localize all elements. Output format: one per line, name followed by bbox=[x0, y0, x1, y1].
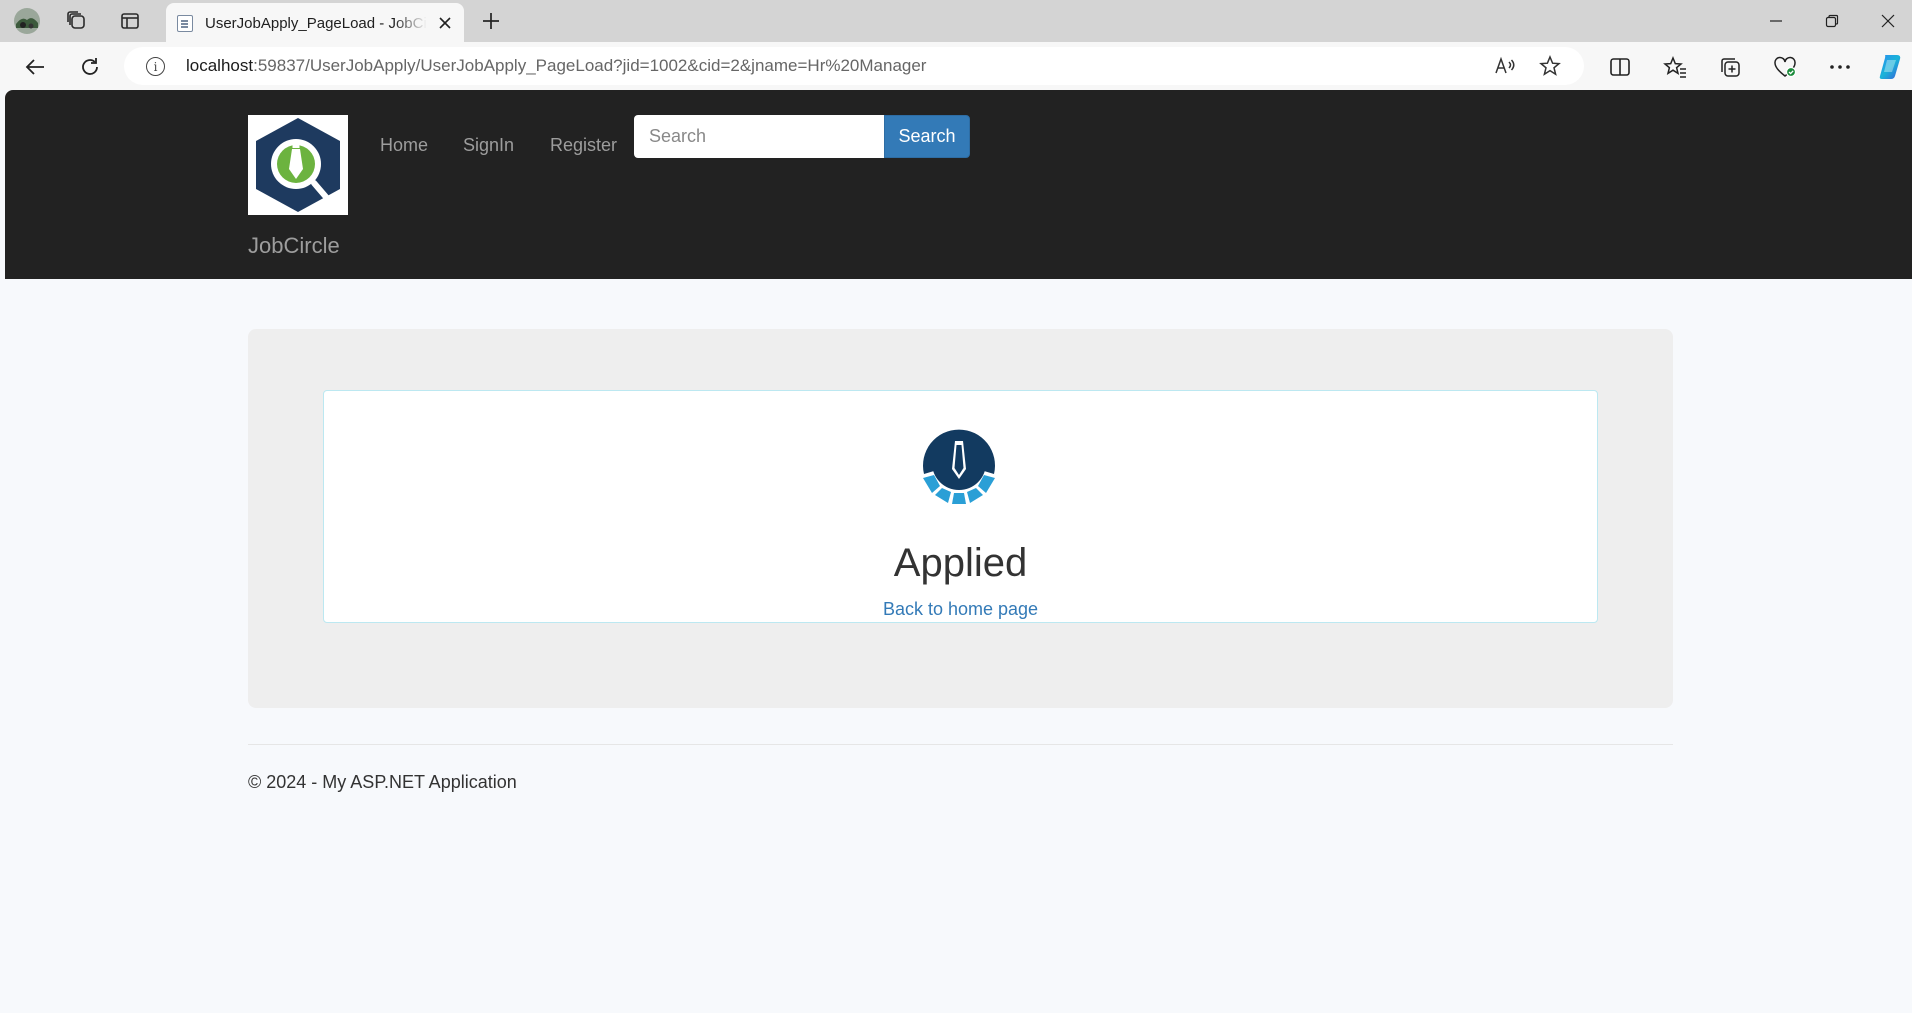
tab-title: UserJobApply_PageLoad - JobCircle bbox=[205, 15, 427, 32]
search-button[interactable]: Search bbox=[884, 115, 970, 158]
minimize-icon[interactable] bbox=[1748, 0, 1804, 42]
url-path: :59837/UserJobApply/UserJobApply_PageLoa… bbox=[253, 56, 927, 75]
close-icon[interactable] bbox=[1860, 0, 1912, 42]
copilot-icon[interactable] bbox=[1873, 49, 1909, 85]
site-navbar: JobCircle Home SignIn Register Search bbox=[5, 90, 1912, 279]
footer-copyright: © 2024 - My ASP.NET Application bbox=[248, 772, 517, 792]
url-host: localhost bbox=[186, 56, 254, 75]
job-logo-icon bbox=[914, 421, 1004, 511]
nav-link-signin[interactable]: SignIn bbox=[463, 135, 514, 156]
jobcircle-logo[interactable] bbox=[248, 115, 348, 215]
applied-panel: Applied Back to home page bbox=[323, 390, 1598, 623]
back-to-home-link[interactable]: Back to home page bbox=[324, 599, 1597, 620]
jumbotron: Applied Back to home page bbox=[248, 329, 1673, 708]
browser-tab-bar: UserJobApply_PageLoad - JobCircle bbox=[0, 0, 1912, 42]
split-screen-icon[interactable] bbox=[1602, 49, 1638, 85]
back-icon[interactable] bbox=[18, 50, 52, 84]
nav-link-register[interactable]: Register bbox=[550, 135, 617, 156]
applied-heading: Applied bbox=[893, 541, 1028, 585]
search-input[interactable] bbox=[634, 115, 884, 158]
browser-essentials-icon[interactable] bbox=[1767, 49, 1803, 85]
url-bar[interactable]: i localhost:59837/UserJobApply/UserJobAp… bbox=[124, 47, 1584, 85]
workspaces-icon[interactable] bbox=[62, 6, 92, 36]
nav-link-home[interactable]: Home bbox=[380, 135, 428, 156]
restore-icon[interactable] bbox=[1804, 0, 1860, 42]
favorites-icon[interactable] bbox=[1657, 49, 1693, 85]
favorite-star-icon[interactable] bbox=[1535, 51, 1565, 81]
plus-icon[interactable] bbox=[476, 6, 506, 36]
vertical-tabs-icon[interactable] bbox=[115, 6, 145, 36]
page-icon bbox=[177, 15, 193, 32]
read-aloud-icon[interactable] bbox=[1490, 51, 1520, 81]
url-text[interactable]: localhost:59837/UserJobApply/UserJobAppl… bbox=[186, 56, 926, 76]
page-content: JobCircle Home SignIn Register Search Se… bbox=[5, 90, 1912, 1013]
more-icon[interactable] bbox=[1822, 49, 1858, 85]
info-icon[interactable]: i bbox=[146, 57, 165, 76]
collections-icon[interactable] bbox=[1712, 49, 1748, 85]
close-icon[interactable] bbox=[434, 12, 456, 34]
refresh-icon[interactable] bbox=[73, 50, 107, 84]
address-toolbar: i localhost:59837/UserJobApply/UserJobAp… bbox=[0, 42, 1912, 90]
footer-divider bbox=[248, 744, 1673, 745]
active-tab[interactable]: UserJobApply_PageLoad - JobCircle bbox=[166, 3, 464, 42]
profile-icon[interactable] bbox=[12, 6, 42, 36]
brand-name[interactable]: JobCircle bbox=[248, 233, 340, 259]
